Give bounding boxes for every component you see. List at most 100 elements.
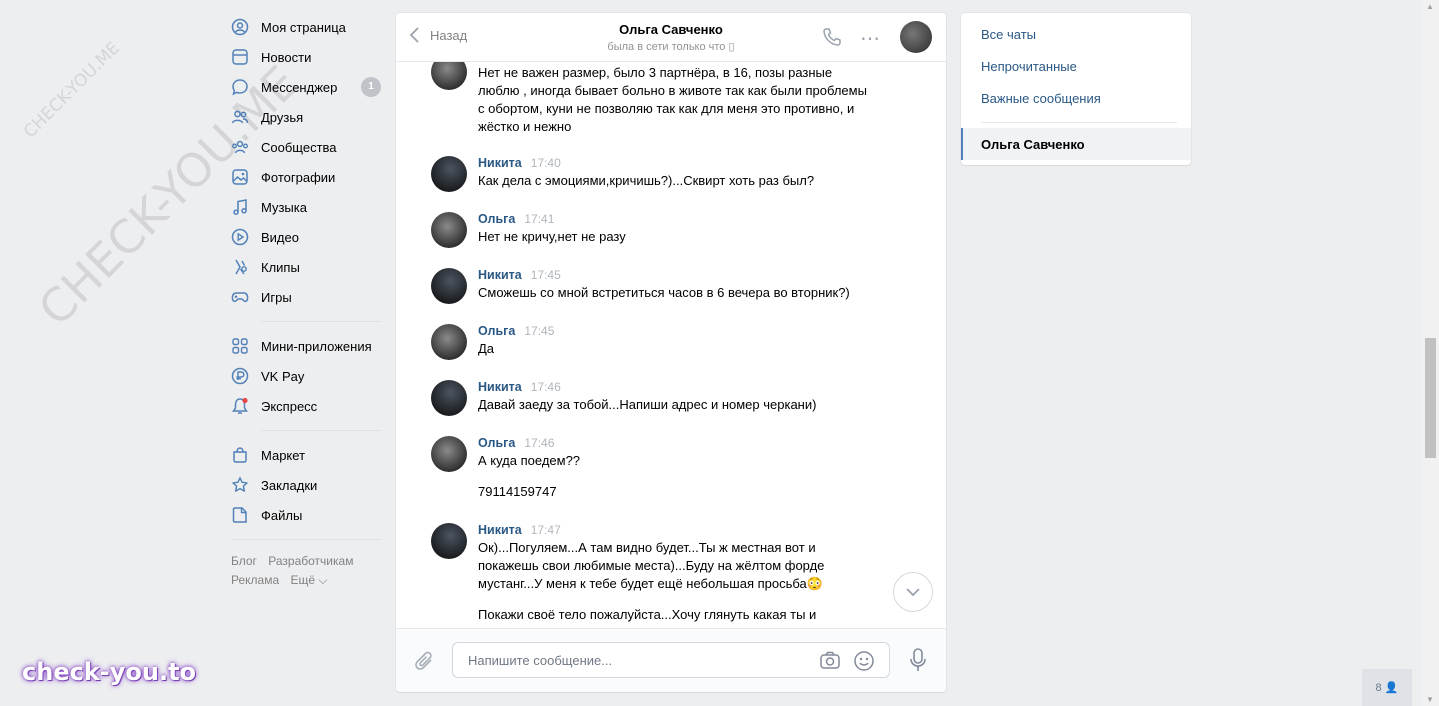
more-icon[interactable]: ⋯ [860, 26, 881, 51]
message-icon [231, 78, 249, 96]
message-text: Давай заеду за тобой...Напиши адрес и но… [478, 397, 817, 412]
nav-item-gamepad[interactable]: Игры [231, 282, 381, 312]
avatar[interactable] [431, 268, 467, 304]
nav-item-label: Файлы [261, 507, 303, 523]
scroll-down-arrow-icon[interactable]: ▼ [1426, 695, 1434, 704]
footer-link-ads[interactable]: Реклама [231, 573, 279, 587]
nav-item-clips[interactable]: Клипы [231, 252, 381, 282]
nav-item-market[interactable]: Маркет [231, 440, 381, 470]
avatar[interactable] [431, 523, 467, 559]
camera-icon[interactable] [819, 650, 841, 673]
author-name[interactable]: Ольга [478, 212, 515, 226]
communities-icon [231, 138, 249, 156]
nav-item-file[interactable]: Файлы [231, 500, 381, 530]
nav-item-communities[interactable]: Сообщества [231, 132, 381, 162]
active-chat-item[interactable]: Ольга Савченко [961, 128, 1191, 160]
watermark-small: CHECK-YOU.ME [20, 38, 124, 143]
vkpay-icon [231, 367, 249, 385]
peer-avatar[interactable] [900, 21, 932, 53]
footer-link-more[interactable]: Ещё ⌵ [290, 573, 327, 587]
nav-item-bookmark-star[interactable]: Закладки [231, 470, 381, 500]
filter-unread[interactable]: Непрочитанные [981, 59, 1077, 74]
author-name[interactable]: Никита [478, 156, 522, 170]
message-time[interactable]: 17:45 [524, 324, 554, 338]
chat-window: Назад Ольга Савченко была в сети только … [396, 13, 946, 692]
scrollbar-thumb[interactable] [1425, 338, 1436, 458]
mobile-icon: ▯ [728, 41, 735, 53]
microphone-icon[interactable] [908, 647, 928, 676]
news-icon [231, 48, 249, 66]
message-header: Никита 17:47 [478, 523, 561, 537]
author-name[interactable]: Ольга [478, 436, 515, 450]
nav-item-label: Сообщества [261, 139, 337, 155]
message-time[interactable]: 17:40 [531, 156, 561, 170]
author-name[interactable]: Никита [478, 268, 522, 282]
avatar[interactable] [431, 156, 467, 192]
message-time[interactable]: 17:46 [531, 380, 561, 394]
filter-important[interactable]: Важные сообщения [981, 91, 1101, 106]
message-text: А куда поедем?? [478, 453, 581, 468]
author-name[interactable]: Никита [478, 523, 522, 537]
chevron-down-icon [906, 588, 920, 597]
phone-icon[interactable] [822, 27, 842, 50]
active-chat-label: Ольга Савченко [981, 137, 1085, 152]
apps-icon [231, 337, 249, 355]
page-scrollbar[interactable]: ▲ ▼ [1422, 0, 1439, 706]
message-time[interactable]: 17:46 [524, 436, 554, 450]
nav-item-news[interactable]: Новости [231, 42, 381, 72]
file-icon [231, 506, 249, 524]
nav-item-label: Игры [261, 289, 292, 305]
nav-item-label: Экспресс [261, 398, 318, 414]
author-name[interactable]: Никита [478, 380, 522, 394]
nav-item-label: Клипы [261, 259, 300, 275]
avatar[interactable] [431, 212, 467, 248]
chat-header: Назад Ольга Савченко была в сети только … [396, 13, 946, 62]
filter-all-chats[interactable]: Все чаты [981, 27, 1036, 42]
chat-filter-panel: Все чаты Непрочитанные Важные сообщения … [961, 13, 1191, 165]
nav-item-label: Мини-приложения [261, 338, 372, 354]
message-time[interactable]: 17:47 [531, 523, 561, 537]
panel-divider [981, 122, 1177, 123]
message-time[interactable]: 17:45 [531, 268, 561, 282]
nav-item-apps[interactable]: Мини-приложения [231, 331, 381, 361]
scroll-down-button[interactable] [893, 572, 933, 612]
nav-item-video[interactable]: Видео [231, 222, 381, 252]
nav-item-label: Маркет [261, 447, 306, 463]
message-input[interactable] [466, 652, 810, 669]
message-composer [396, 628, 946, 692]
online-friends-widget[interactable]: 8 👤 [1362, 669, 1412, 706]
video-icon [231, 228, 249, 246]
nav-item-music[interactable]: Музыка [231, 192, 381, 222]
smile-icon[interactable] [853, 650, 875, 675]
nav-footer: Блог Разработчикам Реклама Ещё ⌵ [231, 539, 381, 590]
message-text: Ок)...Погуляем...А там видно будет...Ты … [478, 540, 825, 591]
nav-item-label: Моя страница [261, 19, 346, 35]
message-list: Нет не важен размер, было 3 партнёра, в … [396, 62, 946, 628]
market-icon [231, 446, 249, 464]
avatar[interactable] [431, 324, 467, 360]
brand-watermark: check-you.to [22, 658, 197, 686]
nav-item-friends[interactable]: Друзья [231, 102, 381, 132]
message-text: Покажи своё тело пожалуйста...Хочу гляну… [478, 607, 817, 622]
nav-item-photo[interactable]: Фотографии [231, 162, 381, 192]
scroll-up-arrow-icon[interactable]: ▲ [1426, 2, 1434, 11]
message-text: Как дела с эмоциями,кричишь?)...Сквирт х… [478, 173, 815, 188]
avatar[interactable] [431, 62, 467, 90]
avatar[interactable] [431, 436, 467, 472]
nav-item-vkpay[interactable]: VK Pay [231, 361, 381, 391]
friends-icon [231, 108, 249, 126]
nav-item-message[interactable]: Мессенджер 1 [231, 72, 381, 102]
nav-item-label: Музыка [261, 199, 307, 215]
unread-badge: 1 [361, 77, 381, 97]
nav-item-user-circle[interactable]: Моя страница [231, 12, 381, 42]
nav-item-label: Закладки [261, 477, 318, 493]
nav-item-label: Видео [261, 229, 299, 245]
avatar[interactable] [431, 380, 467, 416]
message-text: 79114159747 [478, 484, 557, 499]
author-name[interactable]: Ольга [478, 324, 515, 338]
nav-item-express[interactable]: Экспресс [231, 391, 381, 421]
footer-link-blog[interactable]: Блог [231, 554, 257, 568]
footer-link-developers[interactable]: Разработчикам [268, 554, 353, 568]
message-time[interactable]: 17:41 [524, 212, 554, 226]
paperclip-icon[interactable] [414, 649, 436, 676]
